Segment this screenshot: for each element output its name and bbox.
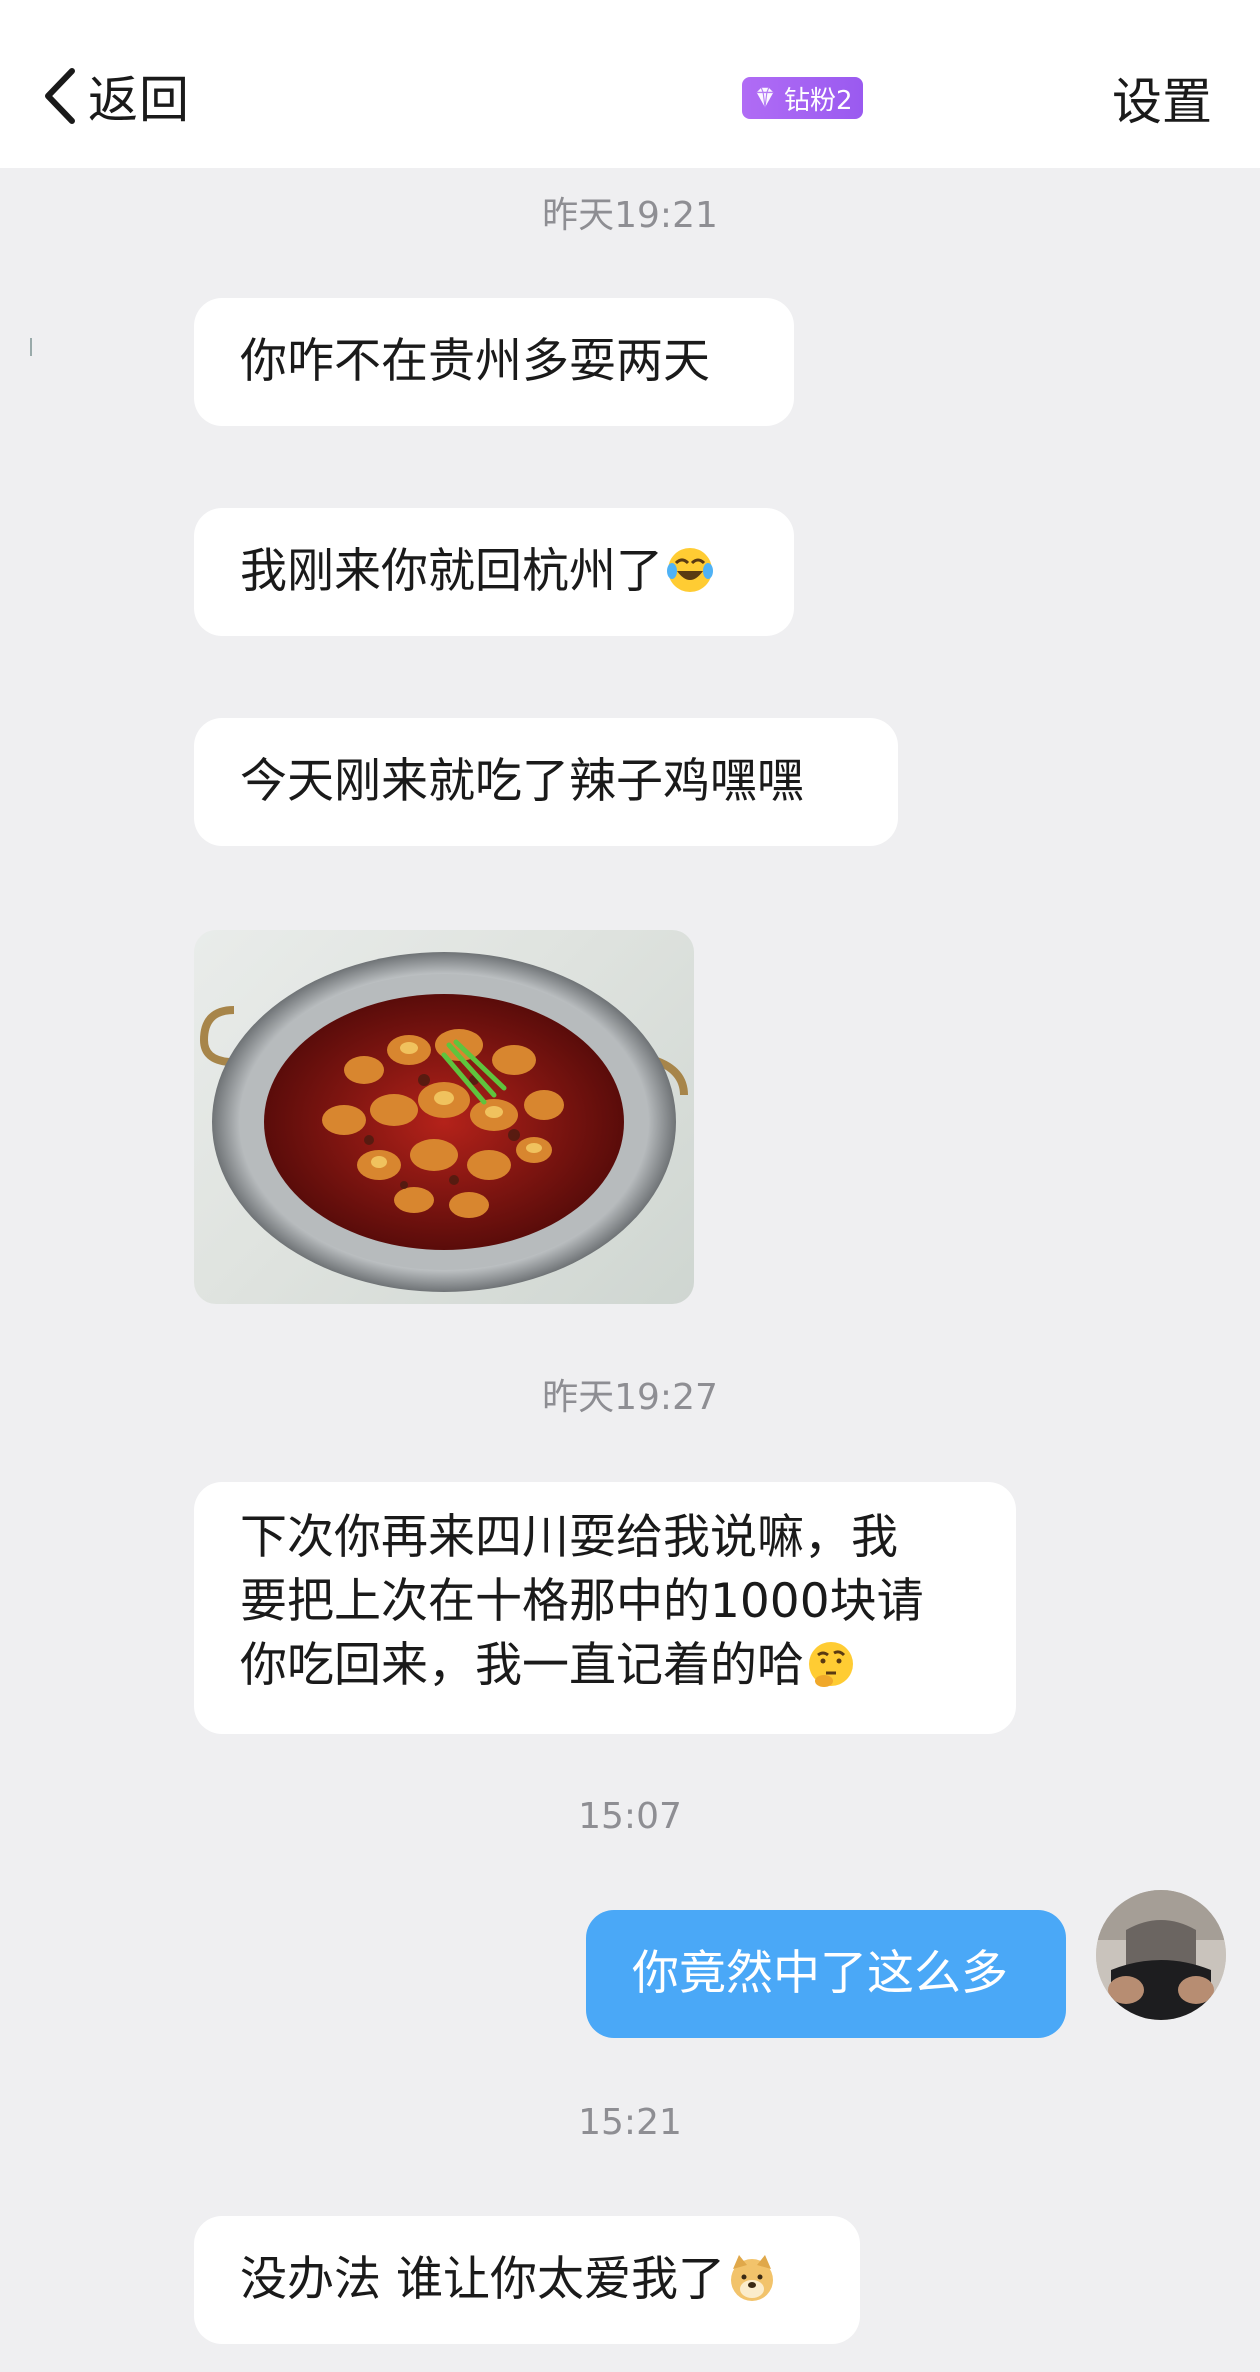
received-message[interactable]: 没办法 谁让你太爱我了	[194, 2216, 860, 2344]
message-line: 要把上次在十格那中的1000块请	[240, 1574, 924, 1629]
avatar[interactable]	[1096, 1890, 1226, 2020]
message-text: 你咋不在贵州多耍两天	[240, 334, 710, 389]
received-message[interactable]: 我刚来你就回杭州了	[194, 508, 794, 636]
spicy-chicken-photo[interactable]	[194, 930, 694, 1304]
message-line: 你吃回来，我一直记着的哈	[240, 1638, 804, 1693]
edge-marker	[30, 338, 32, 356]
timestamp: 昨天19:21	[542, 195, 718, 236]
message-line: 下次你再来四川耍给我说嘛，我	[240, 1510, 898, 1565]
back-label: 返回	[88, 71, 190, 129]
timestamp: 15:21	[578, 2102, 682, 2143]
message-text: 今天刚来就吃了辣子鸡嘿嘿	[240, 754, 804, 809]
message-text: 我刚来你就回杭州了	[240, 544, 663, 599]
diamond-icon	[750, 83, 780, 113]
received-message[interactable]: 你咋不在贵州多耍两天	[194, 298, 794, 426]
chevron-left-icon	[45, 68, 75, 124]
received-message[interactable]: 下次你再来四川耍给我说嘛，我 要把上次在十格那中的1000块请 你吃回来，我一直…	[194, 1482, 1016, 1734]
photo-illustration	[199, 952, 688, 1292]
thinking-emoji-icon	[809, 1642, 853, 1687]
top-bar: 返回 钻粉2 设置	[0, 0, 1260, 168]
laughing-crying-emoji-icon	[667, 548, 713, 592]
sent-message[interactable]: 你竟然中了这么多	[586, 1910, 1066, 2038]
timestamp: 昨天19:27	[542, 1377, 718, 1418]
chat-screen: 返回 钻粉2 设置 昨天19:21 你咋不在贵州多耍两天 我刚来你就回杭州了 今…	[0, 0, 1260, 2372]
timestamp: 15:07	[578, 1796, 682, 1837]
message-text: 你竟然中了这么多	[632, 1946, 1008, 2001]
doge-emoji-icon	[730, 2255, 773, 2301]
fan-level-badge[interactable]: 钻粉2	[742, 77, 863, 119]
received-message[interactable]: 今天刚来就吃了辣子鸡嘿嘿	[194, 718, 898, 846]
message-text: 没办法 谁让你太爱我了	[240, 2252, 725, 2307]
settings-button[interactable]: 设置	[1112, 62, 1212, 134]
user-photo-icon	[1096, 1890, 1226, 2020]
badge-label: 钻粉2	[784, 85, 853, 116]
back-button[interactable]: 返回	[40, 58, 190, 134]
